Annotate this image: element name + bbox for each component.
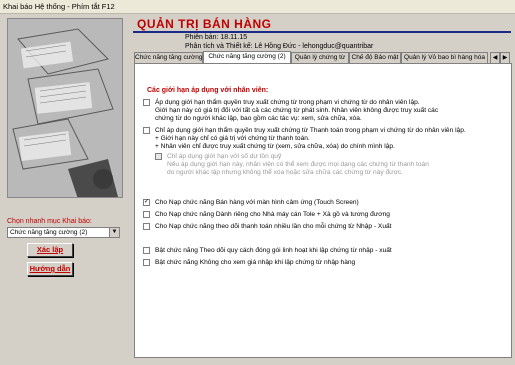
option-checkbox[interactable] [143, 259, 150, 266]
tab-document-management[interactable]: Quản lý chứng từ [291, 52, 349, 63]
quick-select-label: Chọn nhanh mục Khai báo: [7, 218, 92, 225]
confirm-button[interactable]: Xác lập [27, 243, 73, 257]
tab-enhanced-functions[interactable]: Chức năng tăng cường [134, 52, 203, 63]
option-text: Chỉ áp dụng giới hạn với số dư tồn quỹ N… [167, 153, 429, 177]
option-label: Cho Nạp chức năng theo dõi thanh toán nh… [155, 223, 392, 230]
option-line: do người khác lập nhưng không thể xóa ho… [167, 169, 404, 176]
option-label: Cho Nạp chức năng Dành riêng cho Nhà máy… [155, 211, 390, 218]
tab-enhanced-functions-2[interactable]: Chức năng tăng cường (2) [203, 51, 291, 63]
tab-packaging-management[interactable]: Quản lý Vỏ bao bì hàng hóa [401, 52, 488, 63]
option-checkbox-disabled [155, 153, 162, 160]
option-checkbox[interactable] [143, 127, 150, 134]
banner-image [7, 18, 123, 198]
option-label: Bật chức năng Theo dõi quy cách đóng gói… [155, 247, 392, 254]
option-line: Chỉ áp dụng giới hạn với số dư tồn quỹ [167, 153, 282, 160]
quick-select-dropdown[interactable]: Chức năng tăng cường (2) ▼ [7, 227, 120, 238]
tab-security-mode[interactable]: Chế độ Bảo mật [349, 52, 401, 63]
option-line: Chỉ áp dụng giới hạn thẩm quyền truy xuấ… [155, 127, 466, 134]
option-label: Bật chức năng Không cho xem giá nhập khi… [155, 259, 356, 266]
version-text: Phiên bản: 18.11.15 [185, 34, 248, 41]
quick-select-value: Chức năng tăng cường (2) [10, 229, 88, 236]
left-panel: Chọn nhanh mục Khai báo: Chức năng tăng … [7, 18, 123, 358]
option-line: Nếu áp dụng giới hạn này, nhân viên có t… [167, 161, 429, 168]
app-title: QUẢN TRỊ BÁN HÀNG [137, 17, 272, 31]
section-divider [143, 186, 505, 187]
option-checkbox[interactable] [143, 247, 150, 254]
tab-scroll-left-icon[interactable]: ◀ [490, 52, 500, 63]
option-line: + Giới hạn này chỉ có giá trị với chứng … [155, 135, 310, 142]
title-divider [133, 31, 511, 33]
option-line: chứng từ do người khác lập, bao gồm các … [155, 115, 362, 122]
option-text: Chỉ áp dụng giới hạn thẩm quyền truy xuấ… [155, 127, 466, 151]
option-checkbox[interactable] [143, 211, 150, 218]
chevron-down-icon[interactable]: ▼ [109, 228, 119, 237]
option-checkbox[interactable] [143, 99, 150, 106]
option-label: Cho Nạp chức năng Bán hàng với màn hình … [155, 199, 359, 206]
option-line: Áp dụng giới hạn thẩm quyền truy xuất ch… [155, 99, 420, 106]
help-button[interactable]: Hướng dẫn [27, 262, 73, 276]
tab-panel: Các giới hạn áp dụng với nhân viên: Áp d… [134, 63, 512, 358]
window-titlebar: Khai báo Hệ thống - Phím tắt F12 [0, 0, 515, 14]
option-text: Áp dụng giới hạn thẩm quyền truy xuất ch… [155, 99, 438, 123]
option-line: Giới hạn này có giá trị đối với tất cả c… [155, 107, 439, 114]
tab-scroll-right-icon[interactable]: ▶ [500, 52, 510, 63]
author-text: Phân tích và Thiết kế: Lê Hồng Đức - leh… [185, 43, 374, 50]
option-checkbox-checked[interactable]: ✓ [143, 199, 150, 206]
option-checkbox[interactable] [143, 223, 150, 230]
option-line: + Nhân viên chỉ được truy xuất chứng từ … [155, 143, 395, 150]
section-title: Các giới hạn áp dụng với nhân viên: [147, 87, 269, 94]
